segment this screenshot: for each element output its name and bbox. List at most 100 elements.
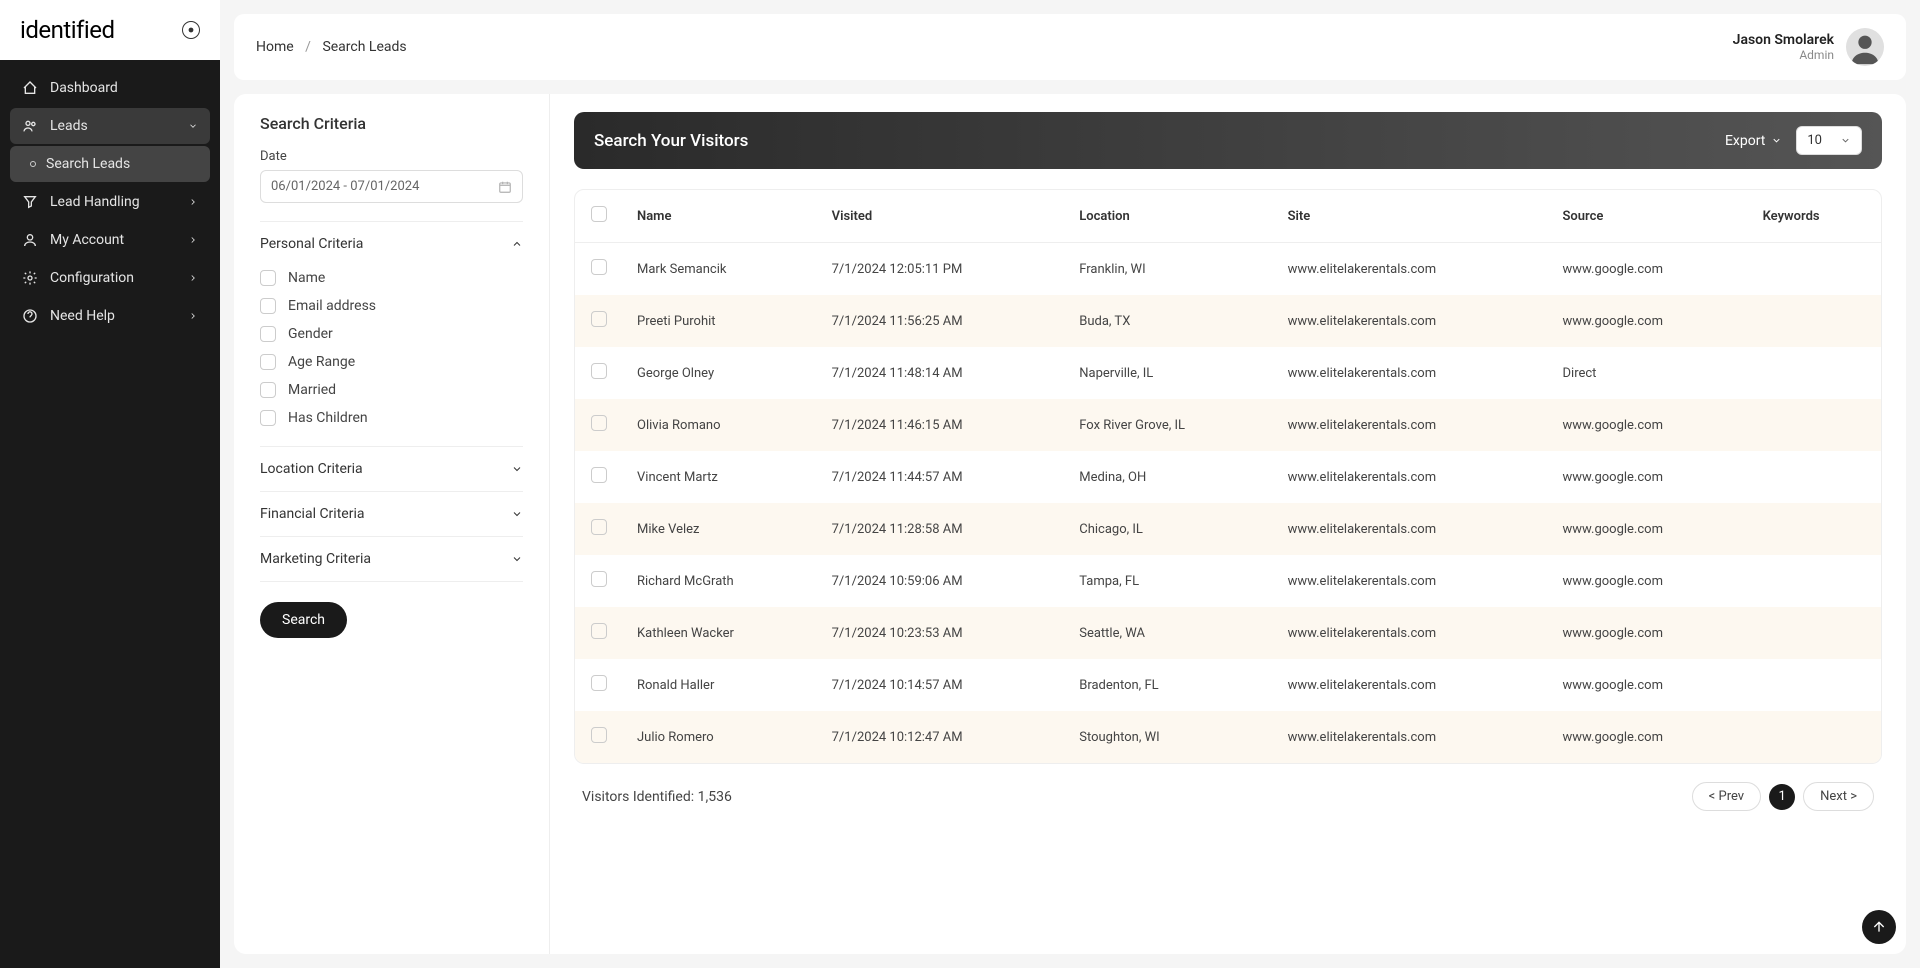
table-row[interactable]: Vincent Martz7/1/2024 11:44:57 AMMedina,… <box>575 451 1881 503</box>
cell-name: Ronald Haller <box>623 659 818 711</box>
cell-site: www.elitelakerentals.com <box>1274 347 1549 399</box>
sidebar-item-lead-handling[interactable]: Lead Handling <box>10 184 210 220</box>
cell-name: George Olney <box>623 347 818 399</box>
user-area[interactable]: Jason Smolarek Admin <box>1733 28 1884 66</box>
cell-name: Mark Semancik <box>623 243 818 296</box>
criteria-header-location[interactable]: Location Criteria <box>260 461 523 477</box>
criteria-section-label: Marketing Criteria <box>260 551 371 567</box>
cell-location: Stoughton, WI <box>1065 711 1273 763</box>
cell-keywords <box>1749 555 1881 607</box>
col-keywords[interactable]: Keywords <box>1749 190 1881 243</box>
checkbox[interactable] <box>260 410 276 426</box>
criteria-option[interactable]: Has Children <box>260 404 523 432</box>
prev-button[interactable]: < Prev <box>1692 782 1761 811</box>
sidebar-item-label: Leads <box>50 118 188 134</box>
cell-source: www.google.com <box>1549 243 1749 296</box>
table-row[interactable]: Ronald Haller7/1/2024 10:14:57 AMBradent… <box>575 659 1881 711</box>
cell-visited: 7/1/2024 11:28:58 AM <box>818 503 1066 555</box>
results-actions: Export 10 <box>1725 126 1862 155</box>
cell-source: www.google.com <box>1549 659 1749 711</box>
sidebar-item-search-leads[interactable]: Search Leads <box>10 146 210 182</box>
criteria-option[interactable]: Name <box>260 264 523 292</box>
checkbox[interactable] <box>260 298 276 314</box>
checkbox[interactable] <box>260 354 276 370</box>
sidebar-item-label: Dashboard <box>50 80 198 96</box>
date-range-input[interactable]: 06/01/2024 - 07/01/2024 <box>260 170 523 203</box>
table-row[interactable]: Julio Romero7/1/2024 10:12:47 AMStoughto… <box>575 711 1881 763</box>
search-button[interactable]: Search <box>260 602 347 638</box>
criteria-section-label: Location Criteria <box>260 461 363 477</box>
export-button[interactable]: Export <box>1725 133 1782 149</box>
results-table-wrap: Name Visited Location Site Source Keywor… <box>574 189 1882 764</box>
page-size-select[interactable]: 10 <box>1796 126 1862 155</box>
breadcrumb-home[interactable]: Home <box>256 39 294 55</box>
col-source[interactable]: Source <box>1549 190 1749 243</box>
row-checkbox[interactable] <box>591 675 607 691</box>
sidebar-item-leads[interactable]: Leads <box>10 108 210 144</box>
home-icon <box>22 80 38 96</box>
breadcrumb-current: Search Leads <box>322 39 406 55</box>
row-checkbox[interactable] <box>591 363 607 379</box>
criteria-option[interactable]: Gender <box>260 320 523 348</box>
table-row[interactable]: Olivia Romano7/1/2024 11:46:15 AMFox Riv… <box>575 399 1881 451</box>
criteria-header-financial[interactable]: Financial Criteria <box>260 506 523 522</box>
criteria-option[interactable]: Email address <box>260 292 523 320</box>
row-checkbox[interactable] <box>591 571 607 587</box>
row-checkbox[interactable] <box>591 623 607 639</box>
criteria-section-marketing: Marketing Criteria <box>260 537 523 581</box>
sidebar-item-my-account[interactable]: My Account <box>10 222 210 258</box>
checkbox[interactable] <box>260 270 276 286</box>
col-location[interactable]: Location <box>1065 190 1273 243</box>
cell-source: www.google.com <box>1549 399 1749 451</box>
user-name: Jason Smolarek <box>1733 32 1834 48</box>
row-checkbox[interactable] <box>591 311 607 327</box>
results-table: Name Visited Location Site Source Keywor… <box>575 190 1881 763</box>
criteria-header-marketing[interactable]: Marketing Criteria <box>260 551 523 567</box>
row-checkbox[interactable] <box>591 415 607 431</box>
users-icon <box>22 118 38 134</box>
criteria-option[interactable]: Age Range <box>260 348 523 376</box>
row-checkbox[interactable] <box>591 467 607 483</box>
cell-keywords <box>1749 399 1881 451</box>
col-name[interactable]: Name <box>623 190 818 243</box>
sidebar-item-label: Lead Handling <box>50 194 188 210</box>
table-row[interactable]: Richard McGrath7/1/2024 10:59:06 AMTampa… <box>575 555 1881 607</box>
checkbox[interactable] <box>260 326 276 342</box>
cell-keywords <box>1749 347 1881 399</box>
row-checkbox[interactable] <box>591 519 607 535</box>
criteria-option[interactable]: Married <box>260 376 523 404</box>
sidebar-item-label: My Account <box>50 232 188 248</box>
table-row[interactable]: Mike Velez7/1/2024 11:28:58 AMChicago, I… <box>575 503 1881 555</box>
cell-visited: 7/1/2024 10:14:57 AM <box>818 659 1066 711</box>
chevron-down-icon <box>511 508 523 520</box>
cell-name: Julio Romero <box>623 711 818 763</box>
table-row[interactable]: Preeti Purohit7/1/2024 11:56:25 AMBuda, … <box>575 295 1881 347</box>
main-area: Home / Search Leads Jason Smolarek Admin… <box>220 0 1920 968</box>
row-checkbox[interactable] <box>591 727 607 743</box>
select-all-checkbox[interactable] <box>591 206 607 222</box>
sidebar-item-configuration[interactable]: Configuration <box>10 260 210 296</box>
cell-name: Kathleen Wacker <box>623 607 818 659</box>
next-button[interactable]: Next > <box>1803 782 1874 811</box>
row-checkbox[interactable] <box>591 259 607 275</box>
col-site[interactable]: Site <box>1274 190 1549 243</box>
col-visited[interactable]: Visited <box>818 190 1066 243</box>
criteria-header-personal[interactable]: Personal Criteria <box>260 236 523 252</box>
sidebar-item-dashboard[interactable]: Dashboard <box>10 70 210 106</box>
cell-keywords <box>1749 295 1881 347</box>
current-page[interactable]: 1 <box>1769 784 1795 810</box>
cell-site: www.elitelakerentals.com <box>1274 451 1549 503</box>
sidebar-item-label: Configuration <box>50 270 188 286</box>
table-row[interactable]: George Olney7/1/2024 11:48:14 AMNapervil… <box>575 347 1881 399</box>
criteria-option-label: Gender <box>288 326 333 342</box>
export-label: Export <box>1725 133 1765 149</box>
criteria-option-label: Has Children <box>288 410 368 426</box>
checkbox[interactable] <box>260 382 276 398</box>
scroll-top-button[interactable] <box>1862 910 1896 944</box>
table-row[interactable]: Kathleen Wacker7/1/2024 10:23:53 AMSeatt… <box>575 607 1881 659</box>
avatar[interactable] <box>1846 28 1884 66</box>
table-row[interactable]: Mark Semancik7/1/2024 12:05:11 PMFrankli… <box>575 243 1881 296</box>
chevron-right-icon <box>188 235 198 245</box>
target-icon[interactable] <box>182 21 200 39</box>
sidebar-item-need-help[interactable]: Need Help <box>10 298 210 334</box>
